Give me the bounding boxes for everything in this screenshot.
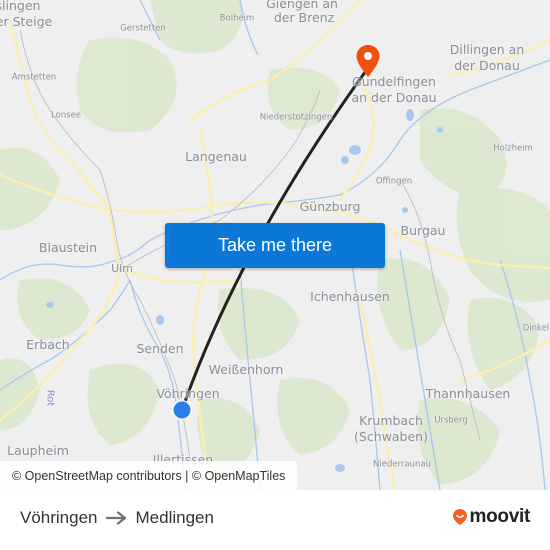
arrow-right-icon bbox=[105, 511, 128, 525]
place-label: Amstetten bbox=[11, 72, 57, 83]
take-me-there-button[interactable]: Take me there bbox=[165, 223, 385, 268]
place-label: Holzheim bbox=[493, 143, 533, 154]
place-label: er Steige bbox=[0, 14, 53, 30]
destination-name: Medlingen bbox=[135, 508, 214, 527]
map-attribution[interactable]: © OpenStreetMap contributors | © OpenMap… bbox=[0, 461, 298, 490]
place-label: Niederraunau bbox=[373, 459, 431, 470]
take-me-there-label: Take me there bbox=[217, 235, 333, 255]
place-label: Lonsee bbox=[50, 110, 82, 121]
place-label: der Donau bbox=[454, 58, 520, 74]
place-label: an der Donau bbox=[351, 90, 437, 106]
moovit-pin-icon bbox=[452, 509, 467, 525]
origin-marker-icon[interactable] bbox=[171, 399, 193, 421]
place-label: Laupheim bbox=[7, 443, 69, 459]
footer-bar: Vöhringen Medlingen moovit bbox=[0, 490, 550, 550]
map-view[interactable]: slingen er Steige Gerstetten Bolheim Giengen… bbox=[0, 0, 550, 490]
place-label: Günzburg bbox=[299, 199, 361, 215]
place-label: Offingen bbox=[375, 176, 413, 187]
place-label: Weißenhorn bbox=[208, 362, 284, 378]
destination-pin-icon[interactable] bbox=[355, 44, 381, 78]
place-label: Bolheim bbox=[219, 13, 255, 24]
place-label: Burgau bbox=[400, 223, 446, 239]
river-label-rot: Rot bbox=[44, 389, 56, 407]
place-label: Ulm bbox=[111, 261, 133, 275]
place-label: Thannhausen bbox=[425, 386, 511, 402]
place-label: Niederstotzingen bbox=[259, 112, 333, 123]
place-label: Erbach bbox=[26, 337, 70, 353]
place-label: Ichenhausen bbox=[310, 289, 390, 305]
origin-name: Vöhringen bbox=[20, 508, 98, 527]
route-summary: Vöhringen Medlingen bbox=[20, 508, 214, 528]
place-label: der Brenz bbox=[273, 10, 335, 26]
place-label: Dinkel bbox=[522, 323, 550, 334]
place-label: Ursberg bbox=[434, 415, 468, 426]
place-label: (Schwaben) bbox=[354, 429, 428, 445]
place-label: Langenau bbox=[185, 149, 247, 165]
place-label: slingen bbox=[0, 0, 41, 14]
place-label: Gerstetten bbox=[120, 23, 166, 34]
place-label: Krumbach bbox=[359, 413, 423, 429]
place-label: Blaustein bbox=[38, 240, 98, 256]
moovit-logo[interactable]: moovit bbox=[452, 506, 530, 528]
attribution-text: © OpenStreetMap contributors | © OpenMap… bbox=[12, 468, 286, 483]
place-label: Dillingen an bbox=[449, 42, 525, 58]
place-label: Senden bbox=[136, 341, 184, 357]
moovit-wordmark: moovit bbox=[469, 506, 531, 527]
